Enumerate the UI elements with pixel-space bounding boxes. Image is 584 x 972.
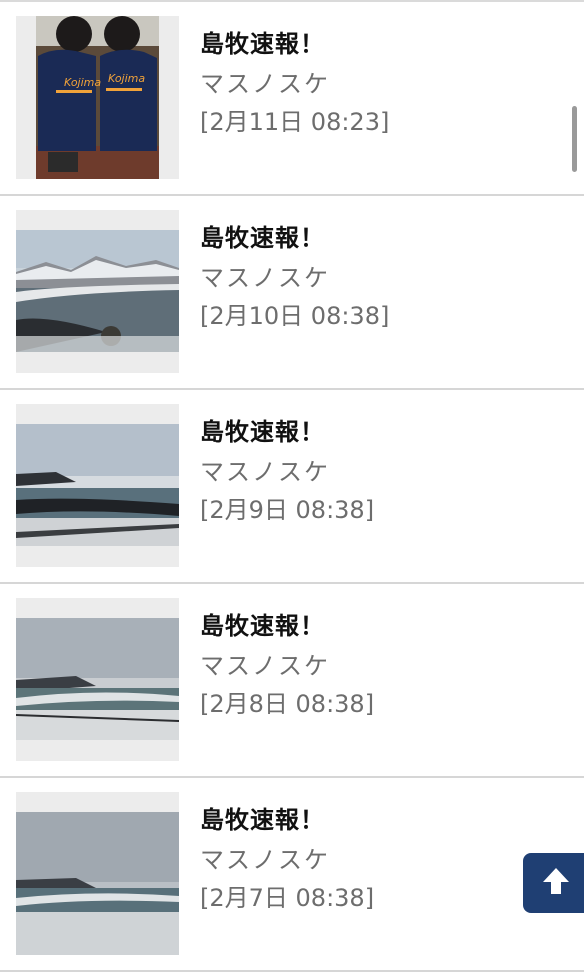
svg-text:Kojima: Kojima [64,76,101,89]
post-thumbnail[interactable] [16,598,179,761]
post-date: [2月9日 08:38] [200,496,375,524]
post-thumbnail[interactable] [16,404,179,567]
post-author: マスノスケ [200,458,330,486]
post-date: [2月10日 08:38] [200,302,390,330]
post-author: マスノスケ [200,264,330,292]
scrollbar[interactable] [572,106,577,172]
post-author: マスノスケ [200,846,330,874]
post-title[interactable]: 島牧速報！ [200,412,325,447]
svg-text:Kojima: Kojima [108,72,145,85]
list-item[interactable]: 島牧速報！ マスノスケ [2月10日 08:38] [0,196,584,390]
list-item[interactable]: 島牧速報！ マスノスケ [2月8日 08:38] [0,584,584,778]
post-title[interactable]: 島牧速報！ [200,218,325,253]
post-thumbnail[interactable] [16,210,179,373]
post-date: [2月7日 08:38] [200,884,375,912]
post-date: [2月11日 08:23] [200,108,390,136]
post-thumbnail[interactable]: Kojima Kojima [16,16,179,179]
up-arrow-icon [541,866,571,900]
post-title[interactable]: 島牧速報！ [200,800,325,835]
post-title[interactable]: 島牧速報！ [200,24,325,59]
post-author: マスノスケ [200,652,330,680]
list-item[interactable]: 島牧速報！ マスノスケ [2月7日 08:38] [0,778,584,972]
back-to-top-button[interactable] [523,853,584,913]
list-item[interactable]: 島牧速報！ マスノスケ [2月9日 08:38] [0,390,584,584]
post-date: [2月8日 08:38] [200,690,375,718]
post-list: Kojima Kojima 島牧速報！ マスノスケ [2月11日 08:23] [0,2,584,972]
post-author: マスノスケ [200,70,330,98]
post-title[interactable]: 島牧速報！ [200,606,325,641]
list-item[interactable]: Kojima Kojima 島牧速報！ マスノスケ [2月11日 08:23] [0,2,584,196]
post-thumbnail[interactable] [16,792,179,955]
